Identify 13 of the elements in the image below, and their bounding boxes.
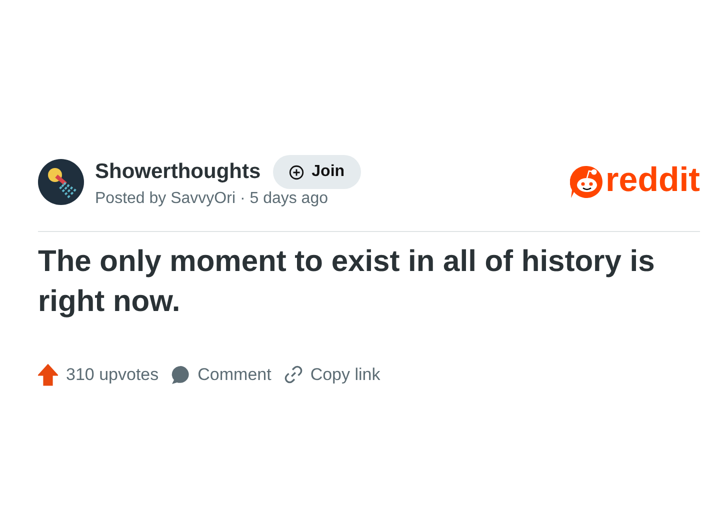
post-byline: Posted by SavvyOri · 5 days ago [95, 189, 329, 209]
brand-wordmark: reddit [606, 163, 700, 197]
speech-bubble-icon [170, 364, 191, 385]
community-name[interactable]: Showerthoughts [95, 156, 261, 188]
copy-link-button[interactable]: Copy link [284, 362, 380, 388]
upvote-button[interactable]: 310 upvotes [38, 362, 159, 388]
alien-logo-icon [570, 165, 604, 199]
comment-button[interactable]: Comment [170, 362, 272, 388]
link-icon [284, 365, 304, 384]
join-button[interactable]: Join [272, 155, 361, 189]
community-avatar-icon[interactable] [38, 159, 84, 205]
plus-icon [288, 164, 304, 180]
post-title: The only moment to exist in all of history is right now. [38, 244, 656, 320]
